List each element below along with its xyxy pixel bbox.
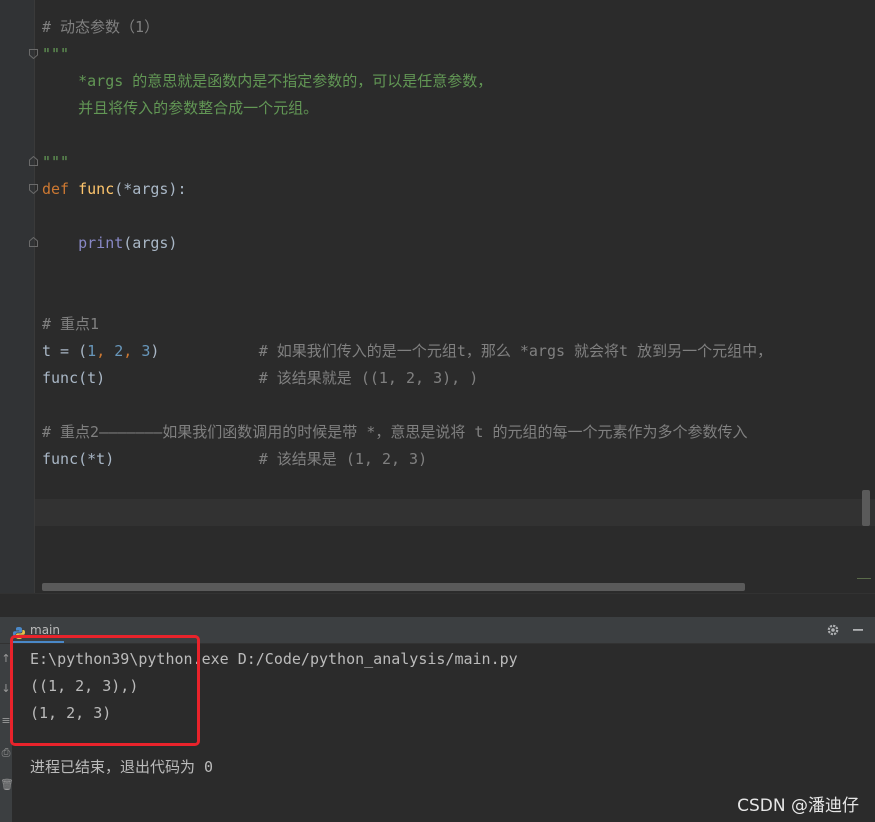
panel-divider[interactable]: [0, 593, 875, 618]
code-line[interactable]: """: [42, 149, 69, 176]
code-token: # 该结果就是 ((1, 2, 3), ): [258, 369, 479, 387]
code-editor[interactable]: # 动态参数（1） """ *args 的意思就是函数内是不指定参数的，可以是任意…: [0, 0, 875, 593]
trash-icon[interactable]: 🗑: [0, 778, 14, 792]
code-token: # 重点2———————如果我们函数调用的时候是带 *，意思是说将 t 的元组的…: [42, 423, 748, 441]
code-line[interactable]: func(t) # 该结果就是 ((1, 2, 3), ): [42, 365, 478, 392]
code-line[interactable]: t = (1, 2, 3) # 如果我们传入的是一个元组t，那么 *args 就…: [42, 338, 772, 365]
fold-end-icon[interactable]: [29, 156, 38, 166]
code-token: ,: [123, 342, 142, 360]
vertical-scrollbar[interactable]: [862, 490, 870, 526]
code-token: (*args):: [114, 180, 187, 198]
gear-icon[interactable]: [825, 622, 841, 638]
fold-start-icon[interactable]: [29, 184, 38, 194]
watermark: CSDN @潘迪仔: [737, 796, 859, 816]
code-token: def: [42, 180, 79, 198]
code-line[interactable]: # 重点1: [42, 311, 99, 338]
current-line-highlight: [35, 499, 875, 526]
code-token: """: [42, 153, 70, 171]
code-token: 1: [87, 342, 97, 360]
code-token: 2: [114, 342, 124, 360]
editor-gutter: [0, 0, 34, 593]
fold-start-icon[interactable]: [29, 49, 38, 59]
code-token: func: [78, 180, 115, 198]
code-token: func(t): [42, 369, 259, 387]
console-line: 进程已结束，退出代码为 0: [30, 758, 214, 776]
code-line[interactable]: # 动态参数（1）: [42, 14, 159, 41]
code-token: # 该结果是 (1, 2, 3): [258, 450, 428, 468]
code-token: print: [78, 234, 124, 252]
code-token: """: [42, 45, 70, 63]
code-token: ): [150, 342, 259, 360]
code-token: # 如果我们传入的是一个元组t，那么 *args 就会将t 放到另一个元组中，: [258, 342, 773, 360]
print-icon[interactable]: ⎙: [0, 746, 12, 760]
code-line[interactable]: """: [42, 41, 69, 68]
code-line[interactable]: print(args): [42, 230, 177, 257]
code-token: t = (: [42, 342, 88, 360]
code-line[interactable]: 并且将传入的参数整合成一个元组。: [42, 95, 318, 122]
code-line[interactable]: *args 的意思就是函数内是不指定参数的，可以是任意参数，: [42, 68, 492, 95]
code-token: # 重点1: [42, 315, 100, 333]
code-line[interactable]: # 重点2———————如果我们函数调用的时候是带 *，意思是说将 t 的元组的…: [42, 419, 747, 446]
red-annotation-box: [10, 635, 200, 746]
code-token: # 动态参数（1）: [42, 18, 160, 36]
minimize-icon[interactable]: [850, 622, 866, 638]
code-token: 并且将传入的参数整合成一个元组。: [42, 99, 319, 117]
code-token: (args): [123, 234, 178, 252]
inspection-marker: [857, 578, 871, 579]
code-token: func(*t): [42, 450, 259, 468]
horizontal-scrollbar[interactable]: [42, 583, 745, 591]
code-token: *args 的意思就是函数内是不指定参数的，可以是任意参数，: [42, 72, 493, 90]
fold-end-icon[interactable]: [29, 237, 38, 247]
code-line[interactable]: def func(*args):: [42, 176, 187, 203]
code-line[interactable]: func(*t) # 该结果是 (1, 2, 3): [42, 446, 427, 473]
code-token: ,: [96, 342, 115, 360]
